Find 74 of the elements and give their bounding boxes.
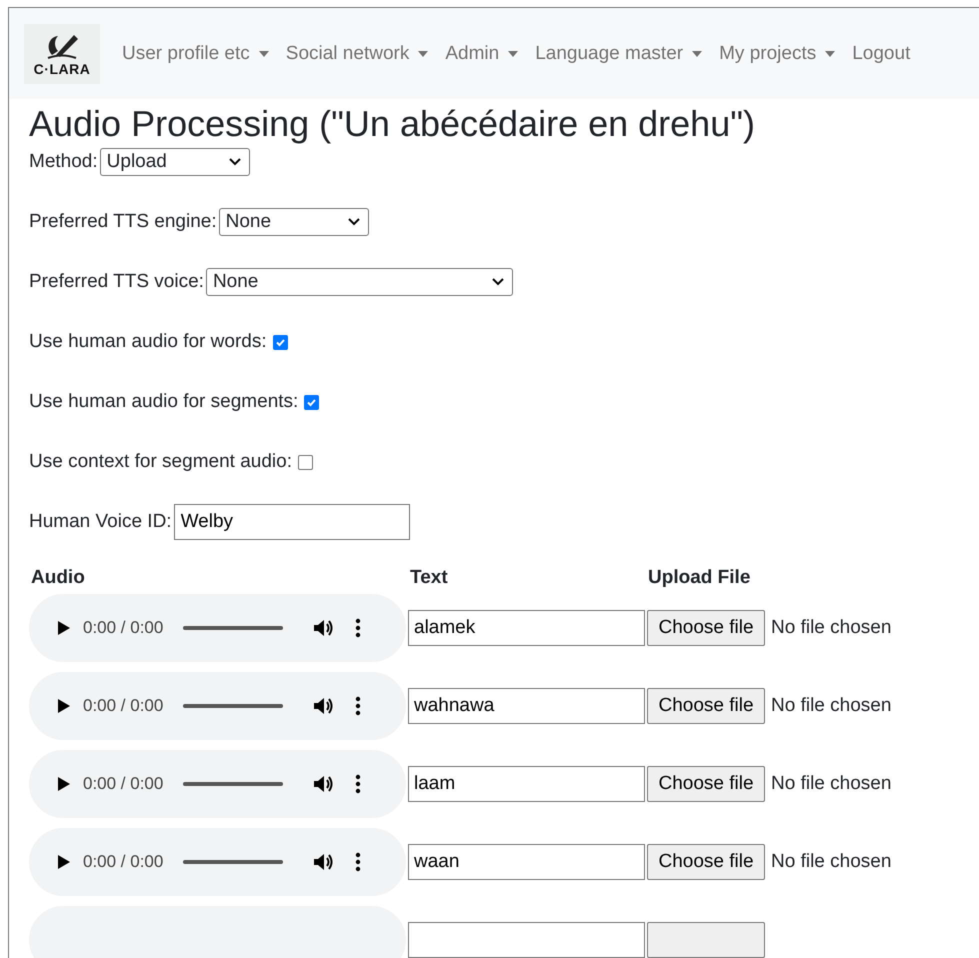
checkbox[interactable] (272, 334, 288, 350)
caret-icon (692, 50, 702, 56)
file-status: No file chosen (771, 851, 892, 874)
chevron-down-icon (228, 158, 241, 166)
checkmark-icon (274, 336, 286, 348)
choose-file-button[interactable]: Choose file (647, 844, 765, 880)
progress-track[interactable] (183, 860, 284, 864)
audio-player[interactable]: 0:00 / 0:00 (29, 672, 406, 740)
text-input[interactable]: wahnawa (408, 688, 645, 724)
nav-link[interactable]: Language master (535, 42, 702, 64)
file-status: No file chosen (771, 695, 892, 718)
choose-file-button[interactable] (647, 922, 765, 958)
audio-player[interactable]: 0:00 / 0:00 (29, 750, 406, 818)
play-icon[interactable] (57, 620, 71, 636)
more-options-icon[interactable] (355, 774, 362, 794)
checkmark-icon (306, 396, 318, 408)
clara-logo[interactable]: C·LARA (24, 24, 100, 84)
text-input[interactable]: laam (408, 766, 645, 802)
text-input[interactable] (408, 922, 645, 958)
chevron-down-icon (492, 278, 504, 286)
play-icon[interactable] (57, 698, 71, 714)
caret-icon (825, 50, 836, 56)
time-display: 0:00 / 0:00 (83, 618, 164, 638)
field-label: Use human audio for words: (29, 331, 267, 354)
dropdown-select[interactable]: None (206, 268, 513, 296)
volume-icon[interactable] (313, 774, 336, 794)
voice-id-input[interactable]: Welby (174, 504, 410, 540)
page-title: Audio Processing ("Un abécédaire en drehu") (29, 102, 756, 146)
time-display: 0:00 / 0:00 (83, 696, 164, 716)
checkbox[interactable] (298, 454, 313, 470)
field-label: Preferred TTS voice: (29, 271, 204, 294)
nav-link[interactable]: Social network (286, 42, 428, 64)
time-display: 0:00 / 0:00 (83, 774, 164, 794)
nav-link[interactable]: My projects (719, 42, 836, 64)
progress-track[interactable] (183, 782, 284, 786)
audio-player[interactable]: 0:00 / 0:00 (29, 828, 406, 896)
audio-player[interactable]: 0:00 / 0:00 (29, 594, 406, 662)
progress-track[interactable] (183, 626, 284, 630)
choose-file-button[interactable]: Choose file (647, 766, 765, 802)
field-label: Use context for segment audio: (29, 451, 292, 474)
volume-icon[interactable] (313, 696, 336, 716)
more-options-icon[interactable] (355, 696, 362, 716)
choose-file-button[interactable]: Choose file (647, 688, 765, 724)
dropdown-select[interactable]: None (218, 208, 369, 236)
text-input[interactable]: alamek (408, 610, 645, 646)
caret-icon (258, 50, 269, 56)
nav-link[interactable]: Logout (852, 42, 910, 64)
play-icon[interactable] (57, 776, 71, 792)
file-status: No file chosen (771, 773, 892, 796)
column-header: Audio (30, 567, 86, 590)
volume-icon[interactable] (313, 852, 336, 872)
file-status: No file chosen (771, 617, 892, 640)
field-label: Human Voice ID: (29, 511, 172, 534)
chevron-down-icon (348, 218, 360, 226)
caret-icon (508, 50, 518, 56)
column-header: Text (410, 567, 449, 590)
nav-link[interactable]: User profile etc (122, 42, 269, 64)
more-options-icon[interactable] (355, 852, 362, 872)
logo-text: C·LARA (34, 60, 90, 76)
play-icon[interactable] (57, 854, 71, 870)
nav-link[interactable]: Admin (445, 42, 518, 64)
dropdown-select[interactable]: Upload (100, 148, 250, 176)
more-options-icon[interactable] (355, 618, 362, 638)
volume-icon[interactable] (313, 618, 336, 638)
text-input[interactable]: waan (408, 844, 645, 880)
field-label: Method: (29, 151, 98, 174)
choose-file-button[interactable]: Choose file (647, 610, 765, 646)
field-label: Preferred TTS engine: (29, 211, 217, 234)
time-display: 0:00 / 0:00 (83, 852, 164, 872)
caret-icon (418, 50, 428, 56)
field-label: Use human audio for segments: (29, 391, 298, 414)
progress-track[interactable] (183, 704, 284, 708)
column-header: Upload File (648, 567, 750, 590)
checkbox[interactable] (304, 394, 320, 410)
